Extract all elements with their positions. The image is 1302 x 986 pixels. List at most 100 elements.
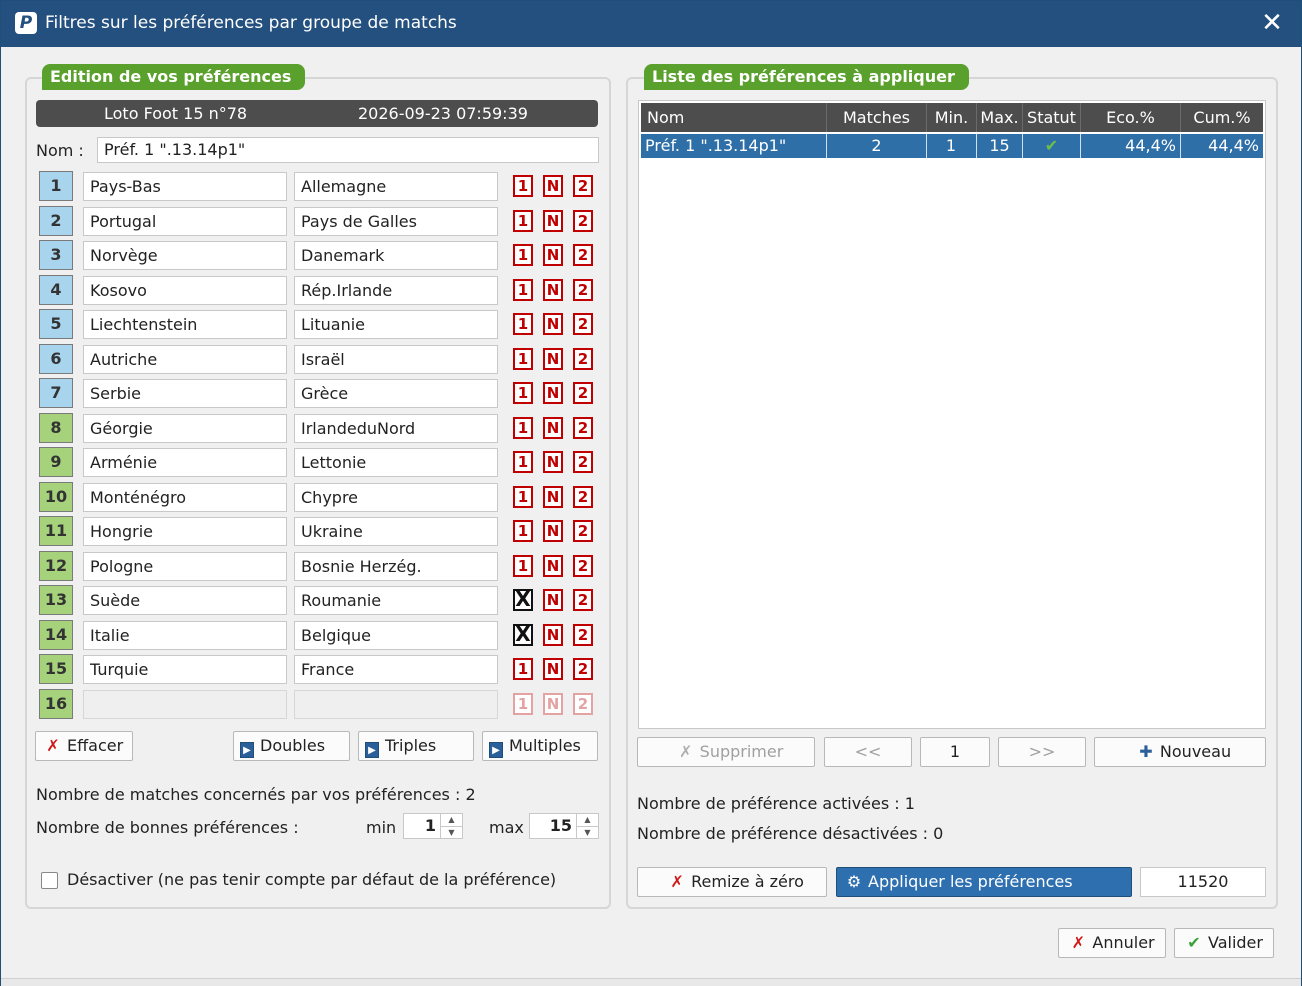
- away-team-field[interactable]: Rép.Irlande: [294, 276, 498, 305]
- option-n-toggle[interactable]: N: [543, 486, 563, 508]
- page-number[interactable]: 1: [920, 737, 990, 767]
- option-2-toggle[interactable]: 2: [573, 624, 593, 646]
- home-team-field[interactable]: Liechtenstein: [83, 310, 287, 339]
- option-1-toggle[interactable]: 1: [513, 313, 533, 335]
- max-down-arrow-icon[interactable]: ▼: [577, 826, 598, 838]
- option-1-toggle[interactable]: 1: [513, 658, 533, 680]
- home-team-field[interactable]: Arménie: [83, 448, 287, 477]
- option-1-toggle[interactable]: 1: [513, 520, 533, 542]
- option-n-toggle[interactable]: N: [543, 624, 563, 646]
- multiples-button[interactable]: ▶ Multiples: [482, 731, 598, 761]
- option-2-toggle[interactable]: 2: [573, 693, 593, 715]
- option-2-toggle[interactable]: 2: [573, 451, 593, 473]
- col-header-nom[interactable]: Nom: [641, 103, 827, 132]
- option-1-toggle[interactable]: 1: [513, 555, 533, 577]
- option-n-toggle[interactable]: N: [543, 313, 563, 335]
- remize-button[interactable]: ✗ Remize à zéro: [637, 867, 827, 897]
- away-team-field[interactable]: Danemark: [294, 241, 498, 270]
- home-team-field[interactable]: Italie: [83, 621, 287, 650]
- option-2-toggle[interactable]: 2: [573, 279, 593, 301]
- away-team-field[interactable]: Israël: [294, 345, 498, 374]
- option-1-toggle[interactable]: 1: [513, 279, 533, 301]
- next-page-button[interactable]: >>: [998, 737, 1086, 767]
- away-team-field[interactable]: Grèce: [294, 379, 498, 408]
- option-1-toggle[interactable]: 1: [513, 244, 533, 266]
- away-team-field[interactable]: Lituanie: [294, 310, 498, 339]
- option-2-toggle[interactable]: 2: [573, 313, 593, 335]
- away-team-field[interactable]: Bosnie Herzég.: [294, 552, 498, 581]
- col-header-min[interactable]: Min.: [927, 103, 977, 132]
- col-header-eco[interactable]: Eco.%: [1081, 103, 1181, 132]
- option-n-toggle[interactable]: N: [543, 417, 563, 439]
- min-down-arrow-icon[interactable]: ▼: [441, 826, 462, 838]
- option-n-toggle[interactable]: N: [543, 210, 563, 232]
- away-team-field[interactable]: Allemagne: [294, 172, 498, 201]
- doubles-button[interactable]: ▶ Doubles: [233, 731, 350, 761]
- home-team-field[interactable]: Suède: [83, 586, 287, 615]
- option-2-toggle[interactable]: 2: [573, 417, 593, 439]
- min-stepper[interactable]: 1 ▲ ▼: [403, 813, 463, 839]
- option-n-toggle[interactable]: N: [543, 244, 563, 266]
- col-header-statut[interactable]: Statut: [1023, 103, 1081, 132]
- away-team-field[interactable]: France: [294, 655, 498, 684]
- away-team-field[interactable]: Roumanie: [294, 586, 498, 615]
- prev-page-button[interactable]: <<: [824, 737, 912, 767]
- home-team-field[interactable]: Norvège: [83, 241, 287, 270]
- option-1-toggle[interactable]: 1: [513, 451, 533, 473]
- away-team-field[interactable]: Pays de Galles: [294, 207, 498, 236]
- table-row[interactable]: Préf. 1 ".13.14p1" 2 1 15 ✔ 44,4% 44,4%: [641, 134, 1263, 158]
- away-team-field[interactable]: IrlandeduNord: [294, 414, 498, 443]
- option-2-toggle[interactable]: 2: [573, 486, 593, 508]
- option-n-toggle[interactable]: N: [543, 348, 563, 370]
- option-1-toggle[interactable]: 1: [513, 175, 533, 197]
- option-2-toggle[interactable]: 2: [573, 658, 593, 680]
- option-1-toggle[interactable]: 1: [513, 417, 533, 439]
- away-team-field[interactable]: Chypre: [294, 483, 498, 512]
- option-1-toggle[interactable]: 1: [513, 348, 533, 370]
- home-team-field[interactable]: Serbie: [83, 379, 287, 408]
- home-team-field[interactable]: Hongrie: [83, 517, 287, 546]
- max-up-arrow-icon[interactable]: ▲: [577, 814, 598, 826]
- valider-button[interactable]: ✔ Valider: [1174, 928, 1274, 958]
- appliquer-button[interactable]: ⚙ Appliquer les préférences: [836, 867, 1132, 897]
- option-n-toggle[interactable]: N: [543, 382, 563, 404]
- option-2-toggle[interactable]: 2: [573, 555, 593, 577]
- home-team-field[interactable]: Pologne: [83, 552, 287, 581]
- col-header-max[interactable]: Max.: [977, 103, 1023, 132]
- home-team-field[interactable]: Monténégro: [83, 483, 287, 512]
- option-n-toggle[interactable]: N: [543, 658, 563, 680]
- option-1-toggle[interactable]: 1: [513, 486, 533, 508]
- option-2-toggle[interactable]: 2: [573, 382, 593, 404]
- option-1-toggle[interactable]: X: [513, 589, 533, 611]
- option-2-toggle[interactable]: 2: [573, 348, 593, 370]
- home-team-field[interactable]: Turquie: [83, 655, 287, 684]
- close-button[interactable]: ✕: [1257, 7, 1287, 39]
- option-n-toggle[interactable]: N: [543, 175, 563, 197]
- home-team-field[interactable]: Autriche: [83, 345, 287, 374]
- name-input[interactable]: Préf. 1 ".13.14p1": [97, 137, 599, 163]
- home-team-field[interactable]: Pays-Bas: [83, 172, 287, 201]
- col-header-matches[interactable]: Matches: [827, 103, 927, 132]
- away-team-field[interactable]: [294, 690, 498, 719]
- min-up-arrow-icon[interactable]: ▲: [441, 814, 462, 826]
- option-n-toggle[interactable]: N: [543, 451, 563, 473]
- option-2-toggle[interactable]: 2: [573, 520, 593, 542]
- option-n-toggle[interactable]: N: [543, 555, 563, 577]
- effacer-button[interactable]: ✗ Effacer: [35, 731, 133, 761]
- option-2-toggle[interactable]: 2: [573, 589, 593, 611]
- option-n-toggle[interactable]: N: [543, 589, 563, 611]
- home-team-field[interactable]: Géorgie: [83, 414, 287, 443]
- option-2-toggle[interactable]: 2: [573, 175, 593, 197]
- col-header-cum[interactable]: Cum.%: [1181, 103, 1263, 132]
- supprimer-button[interactable]: ✗ Supprimer: [637, 737, 815, 767]
- nouveau-button[interactable]: ✚ Nouveau: [1094, 737, 1266, 767]
- deactivate-checkbox[interactable]: [41, 872, 58, 889]
- away-team-field[interactable]: Lettonie: [294, 448, 498, 477]
- option-1-toggle[interactable]: X: [513, 624, 533, 646]
- option-1-toggle[interactable]: 1: [513, 693, 533, 715]
- away-team-field[interactable]: Ukraine: [294, 517, 498, 546]
- option-n-toggle[interactable]: N: [543, 279, 563, 301]
- triples-button[interactable]: ▶ Triples: [358, 731, 474, 761]
- option-1-toggle[interactable]: 1: [513, 382, 533, 404]
- max-stepper[interactable]: 15 ▲ ▼: [529, 813, 599, 839]
